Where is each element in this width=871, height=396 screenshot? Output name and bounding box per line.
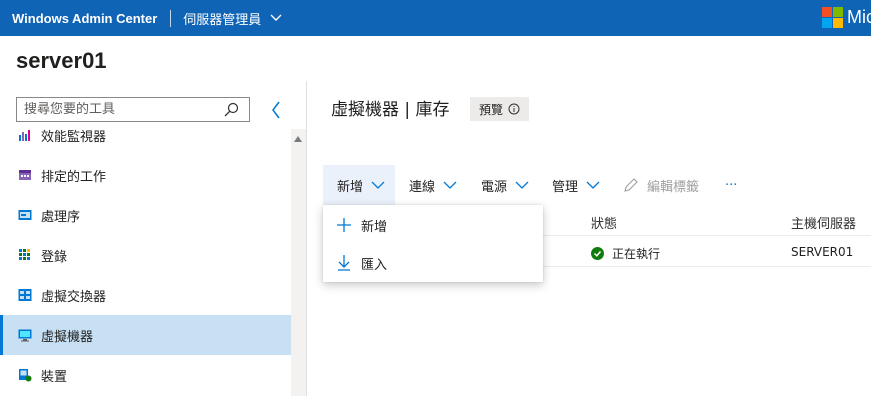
chevron-down-icon <box>371 181 385 189</box>
power-button-label: 電源 <box>481 179 508 195</box>
status-cell: 正在執行 <box>591 245 660 262</box>
menu-item-label: 新增 <box>361 219 388 235</box>
host-server-cell: SERVER01 <box>791 245 854 259</box>
top-bar: Windows Admin Center 伺服器管理員 Mic <box>0 0 871 36</box>
server-manager-dropdown[interactable]: 伺服器管理員 <box>183 9 282 28</box>
tool-search-box[interactable] <box>16 97 250 122</box>
sidebar-item-label: 虛擬機器 <box>41 329 94 345</box>
chevron-down-icon <box>443 181 457 189</box>
plus-icon <box>337 218 351 232</box>
sidebar-item-label: 登錄 <box>41 249 68 265</box>
edit-tags-label: 編輯標籤 <box>647 179 700 195</box>
sidebar-item-virtual-switches[interactable]: 虛擬交換器 <box>0 275 291 315</box>
import-icon <box>338 255 350 271</box>
virtual-machine-icon <box>18 329 32 342</box>
preview-badge[interactable]: 預覽 <box>470 97 530 121</box>
page-title: 虛擬機器 | 庫存 <box>331 100 450 120</box>
process-icon <box>18 210 32 220</box>
power-button[interactable]: 電源 <box>481 165 529 205</box>
sidebar-item-label: 裝置 <box>41 369 68 385</box>
tool-search-input[interactable] <box>24 102 214 117</box>
server-manager-label: 伺服器管理員 <box>183 12 262 28</box>
server-title: server01 <box>16 48 107 73</box>
header-divider <box>170 9 172 27</box>
sidebar-item-performance-monitor[interactable]: 效能監視器 <box>0 129 291 155</box>
virtual-switch-icon <box>18 289 32 301</box>
manage-button-label: 管理 <box>552 179 579 195</box>
info-icon <box>508 103 520 115</box>
scheduled-task-icon <box>19 170 31 180</box>
sidebar-item-label: 排定的工作 <box>41 169 107 185</box>
sidebar-item-scheduled-tasks[interactable]: 排定的工作 <box>0 155 291 195</box>
microsoft-logo-icon <box>822 7 843 28</box>
column-header-status[interactable]: 狀態 <box>591 213 617 232</box>
microsoft-wordmark: Mic <box>847 7 871 27</box>
app-brand[interactable]: Windows Admin Center <box>12 11 157 26</box>
sidebar-item-processes[interactable]: 處理序 <box>0 195 291 235</box>
more-icon: ··· <box>725 177 738 193</box>
sidebar-divider <box>306 81 307 396</box>
devices-icon <box>19 369 32 382</box>
sidebar-item-devices[interactable]: 裝置 <box>0 355 291 395</box>
connect-button[interactable]: 連線 <box>409 165 457 205</box>
more-commands-button[interactable]: ··· <box>725 165 737 205</box>
preview-badge-label: 預覽 <box>479 102 504 117</box>
chevron-down-icon <box>515 181 529 189</box>
new-dropdown-menu: 新增 匯入 <box>323 205 543 282</box>
status-text: 正在執行 <box>612 247 661 261</box>
new-button[interactable]: 新增 <box>323 165 395 205</box>
new-button-label: 新增 <box>337 179 364 195</box>
sidebar-item-label: 效能監視器 <box>41 129 107 145</box>
registry-icon <box>19 249 30 260</box>
sidebar-nav: 效能監視器 排定的工作 處理序 登錄 虛擬交換器 虛擬機器 裝置 <box>0 129 306 396</box>
pencil-icon <box>624 178 638 192</box>
menu-item-label: 匯入 <box>361 257 388 273</box>
chevron-down-icon <box>270 14 282 21</box>
menu-item-import[interactable]: 匯入 <box>323 244 543 282</box>
sidebar-item-registry[interactable]: 登錄 <box>0 235 291 275</box>
menu-item-new[interactable]: 新增 <box>323 206 543 244</box>
manage-button[interactable]: 管理 <box>552 165 600 205</box>
column-header-host-server[interactable]: 主機伺服器 <box>791 213 856 232</box>
search-icon[interactable] <box>223 102 239 118</box>
sidebar-item-label: 處理序 <box>41 209 81 225</box>
edit-tags-button[interactable]: 編輯標籤 <box>623 165 699 205</box>
check-circle-icon <box>591 247 604 260</box>
sidebar-item-virtual-machines[interactable]: 虛擬機器 <box>0 315 291 355</box>
collapse-sidebar-icon[interactable] <box>271 101 281 119</box>
chevron-down-icon <box>586 181 600 189</box>
sidebar-item-label: 虛擬交換器 <box>41 289 107 305</box>
connect-button-label: 連線 <box>409 179 436 195</box>
performance-icon <box>19 130 30 141</box>
